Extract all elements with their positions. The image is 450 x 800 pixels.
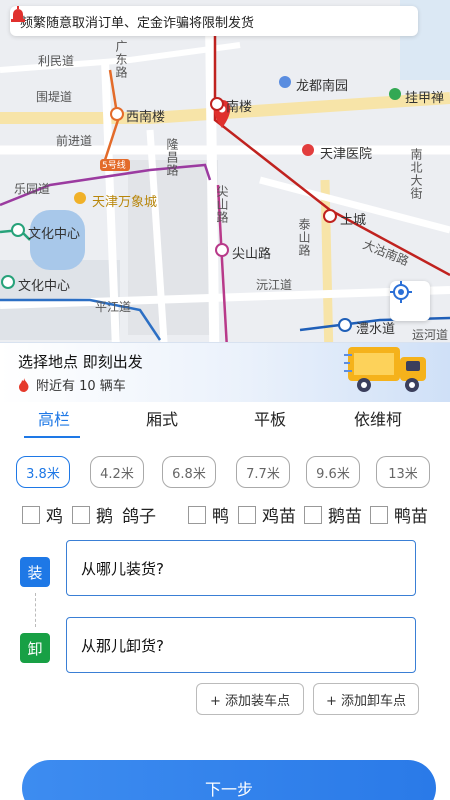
map-label-road: 隆昌路 <box>165 138 179 177</box>
nearby-text: 附近有 10 辆车 <box>36 379 126 394</box>
length-chip[interactable]: 9.6米 <box>306 456 360 488</box>
map-label-road: 平江道 <box>95 300 132 314</box>
map-label-poi: 龙都南园 <box>296 79 349 94</box>
map-label-poi: 天津万象城 <box>92 195 158 210</box>
cargo-label: 鸡 <box>46 507 63 527</box>
cargo-checkbox[interactable]: 鸡 <box>22 502 63 527</box>
map-label-road: 南北大街 <box>409 148 423 200</box>
map-label-station: 土城 <box>340 213 367 228</box>
cargo-options: 鸡 鹅 鸽子 鸭 鸡苗 鹅苗 鸭苗 <box>22 500 442 530</box>
map-label-poi: 挂甲禅 <box>405 91 445 106</box>
cargo-label: 鸽子 <box>122 507 156 527</box>
locate-button[interactable] <box>390 281 430 321</box>
notice-text: 频繁随意取消订单、定金诈骗将限制发货 <box>20 15 255 31</box>
cargo-label: 鹅苗 <box>328 507 362 527</box>
map-label-station: 西南楼 <box>126 110 166 125</box>
cargo-checkbox[interactable]: 鹅苗 <box>304 502 362 527</box>
length-chip[interactable]: 4.2米 <box>90 456 144 488</box>
checkbox-box[interactable] <box>304 505 322 524</box>
map-label-road: 尖山路 <box>215 185 229 224</box>
checkbox-box[interactable] <box>22 505 40 524</box>
notice-bar: 频繁随意取消订单、定金诈骗将限制发货 <box>10 6 418 36</box>
map-label-station: 文化中心 <box>18 279 71 294</box>
checkbox-box[interactable] <box>188 505 206 524</box>
cargo-label: 鸡苗 <box>262 507 296 527</box>
map-label-road: 沅江道 <box>256 278 293 292</box>
cargo-checkbox[interactable]: 鸭 <box>188 502 229 527</box>
locate-icon <box>390 281 412 303</box>
tab-pingban[interactable]: 平板 <box>216 402 324 440</box>
vehicle-type-tabs: 高栏 厢式 平板 依维柯 <box>0 402 450 440</box>
banner-title: 选择地点 即刻出发 <box>18 353 143 371</box>
map-label-station: 南楼 <box>226 100 253 115</box>
cargo-label: 鸭 <box>212 507 229 527</box>
add-load-point-button[interactable]: + 添加装车点 <box>196 683 304 715</box>
length-chip[interactable]: 7.7米 <box>236 456 290 488</box>
tab-xiangshi[interactable]: 厢式 <box>108 402 216 440</box>
fire-icon <box>19 377 29 392</box>
next-step-button[interactable]: 下一步 <box>22 760 436 800</box>
map-label-line: 5号线 <box>102 161 126 171</box>
tab-yiweike[interactable]: 依维柯 <box>324 402 432 440</box>
map-label-road: 前进道 <box>56 134 93 148</box>
map-label-road: 广东路 <box>114 40 128 79</box>
load-badge: 装 <box>20 557 50 587</box>
cargo-label: 鹅 <box>96 507 113 527</box>
tab-gaolan[interactable]: 高栏 <box>0 402 108 440</box>
checkbox-box[interactable] <box>72 505 90 524</box>
route-connector <box>35 593 36 627</box>
checkbox-box[interactable] <box>238 505 256 524</box>
unload-badge: 卸 <box>20 633 50 663</box>
map-label-road: 乐园道 <box>14 182 51 196</box>
checkbox-box[interactable] <box>370 505 388 524</box>
truck-illustration <box>344 347 426 392</box>
map-label-road: 围堤道 <box>36 90 73 104</box>
unload-address-field[interactable]: 从那儿卸货? <box>66 617 416 673</box>
alarm-icon <box>11 6 25 22</box>
map-label-poi: 天津医院 <box>320 147 373 162</box>
cargo-checkbox[interactable]: 鹅 <box>72 502 113 527</box>
map-label-station: 尖山路 <box>232 247 272 262</box>
cargo-checkbox[interactable]: 鸡苗 <box>238 502 296 527</box>
banner-nearby: 附近有 10 辆车 <box>18 375 126 394</box>
length-chip[interactable]: 13米 <box>376 456 430 488</box>
map-label-road: 泰山路 <box>297 218 311 257</box>
cargo-label: 鸭苗 <box>394 507 428 527</box>
length-chip[interactable]: 6.8米 <box>162 456 216 488</box>
map-label-station: 文化中心 <box>28 227 81 242</box>
add-unload-point-button[interactable]: + 添加卸车点 <box>313 683 419 715</box>
cargo-checkbox[interactable]: 鸽子 <box>122 502 156 527</box>
load-address-field[interactable]: 从哪儿装货? <box>66 540 416 596</box>
length-chip[interactable]: 3.8米 <box>16 456 70 488</box>
promo-banner: 选择地点 即刻出发 附近有 10 辆车 <box>0 342 450 402</box>
cargo-checkbox[interactable]: 鸭苗 <box>370 502 428 527</box>
length-options: 3.8米 4.2米 6.8米 7.7米 9.6米 13米 <box>16 456 436 490</box>
map-label-road: 利民道 <box>38 54 75 68</box>
